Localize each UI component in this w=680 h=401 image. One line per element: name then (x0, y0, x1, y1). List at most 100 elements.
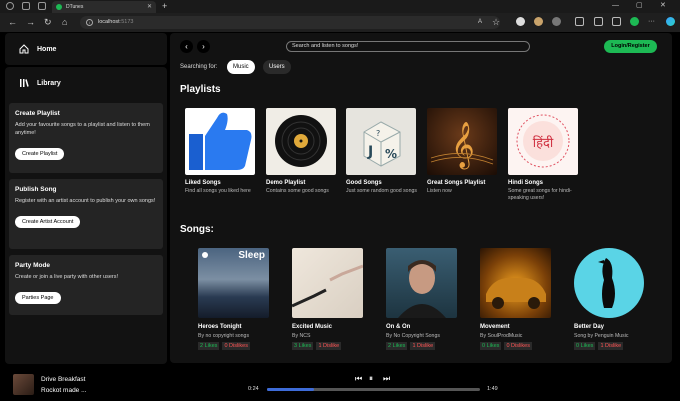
scrollbar[interactable] (674, 33, 679, 363)
browser-tab[interactable]: DTunes ✕ (52, 1, 156, 13)
create-playlist-button[interactable]: Create Playlist (15, 148, 65, 160)
favorites-bar-icon[interactable] (594, 17, 603, 26)
sidebar-item-library[interactable]: Library (19, 78, 61, 88)
extension-icon[interactable] (552, 17, 561, 26)
playlist-card[interactable]: J % ? Good Songs Just some random good s… (346, 108, 418, 195)
card-text: Create or join a live party with other u… (15, 274, 119, 280)
site-info-icon[interactable]: i (86, 19, 93, 26)
card-title: Party Mode (15, 262, 51, 269)
portrait-art (398, 260, 446, 318)
treble-clef-icon: 𝄞 (430, 122, 494, 170)
dislikes-count[interactable]: 1 Dislike (598, 342, 624, 350)
song-card[interactable]: Sleep Heroes Tonight By no copyright son… (198, 248, 269, 350)
read-aloud-icon[interactable]: A (478, 16, 482, 29)
playlist-title: Liked Songs (185, 180, 221, 186)
favicon-icon (56, 4, 62, 10)
song-title: Better Day (574, 324, 605, 330)
close-window-icon[interactable]: ✕ (660, 0, 666, 12)
playlist-card[interactable]: Demo Playlist Contains some good songs (266, 108, 338, 195)
likes-count[interactable]: 2 Likes (386, 342, 408, 350)
filter-users-chip[interactable]: Users (263, 60, 291, 74)
likes-count[interactable]: 2 Likes (198, 342, 220, 350)
song-card[interactable]: Excited Music By NCS 3 Likes 1 Dislike (292, 248, 363, 350)
great-songs-cover: 𝄞 (427, 108, 497, 175)
dislikes-count[interactable]: 0 Dislikes (222, 342, 250, 350)
workspaces-icon[interactable] (22, 2, 30, 10)
tab-strip: DTunes ✕ + — ▢ ✕ (0, 0, 680, 13)
next-icon[interactable]: ⏭ (383, 374, 390, 384)
now-playing-artist: Rockot made ... (41, 387, 87, 394)
login-register-button[interactable]: Login/Register (604, 40, 657, 53)
home-browser-icon[interactable]: ⌂ (62, 16, 67, 29)
home-label: Home (37, 45, 57, 53)
playlist-card[interactable]: 𝄞 Great Songs Playlist Listen now (427, 108, 499, 195)
collections-icon[interactable] (612, 17, 621, 26)
close-tab-icon[interactable]: ✕ (147, 1, 152, 13)
now-playing-cover (13, 374, 34, 395)
song-reactions: 2 Likes 1 Dislike (386, 342, 457, 350)
chevron-left-icon[interactable]: ‹ (180, 40, 193, 53)
playlist-card[interactable]: Liked Songs Find all songs you liked her… (185, 108, 257, 195)
tab-actions-icon[interactable] (38, 2, 46, 10)
forward-icon[interactable]: → (26, 16, 35, 29)
now-playing-title: Drive Breakfast (41, 376, 86, 383)
heroes-tonight-cover: Sleep (198, 248, 269, 318)
song-reactions: 0 Likes 1 Dislike (574, 342, 645, 350)
refresh-icon[interactable]: ↻ (44, 16, 52, 29)
good-songs-cover: J % ? (346, 108, 416, 175)
library-icon (20, 79, 29, 87)
likes-count[interactable]: 0 Likes (574, 342, 596, 350)
split-screen-icon[interactable] (575, 17, 584, 26)
liked-songs-cover (185, 108, 255, 175)
profile-icon[interactable] (6, 2, 14, 10)
playlist-card[interactable]: हिंदी Hindi Songs Some great songs for h… (508, 108, 580, 202)
previous-icon[interactable]: ⏮ (355, 374, 362, 384)
penguin-art (574, 248, 644, 318)
playlist-title: Demo Playlist (266, 180, 306, 186)
copilot-icon[interactable] (666, 17, 675, 26)
reaching-hands-art (292, 264, 363, 308)
parties-page-button[interactable]: Parties Page (15, 292, 61, 304)
pause-icon[interactable]: ⏸ (369, 374, 373, 384)
progress-bar[interactable] (267, 388, 480, 391)
songs-heading: Songs: (180, 224, 214, 235)
new-tab-icon[interactable]: + (162, 0, 167, 12)
song-artist: By NCS (292, 333, 311, 339)
dislikes-count[interactable]: 1 Dislike (410, 342, 436, 350)
playlist-desc: Find all songs you liked here (185, 188, 251, 194)
chevron-right-icon[interactable]: › (197, 40, 210, 53)
song-artist: By SoulProdMusic (480, 333, 523, 339)
minimize-icon[interactable]: — (612, 0, 619, 12)
playlists-heading: Playlists (180, 84, 221, 95)
on-and-on-cover (386, 248, 457, 318)
back-icon[interactable]: ← (8, 16, 17, 29)
maximize-icon[interactable]: ▢ (636, 0, 643, 12)
playlist-title: Great Songs Playlist (427, 180, 486, 186)
song-artist: Song by Penguin Music (574, 333, 629, 339)
search-placeholder: Search and listen to songs! (292, 43, 359, 49)
sleep-cover-text: Sleep (238, 250, 265, 261)
browser-essentials-icon[interactable] (630, 17, 639, 26)
song-artist: By no copyright songs (198, 333, 250, 339)
thumbs-up-icon (189, 112, 252, 170)
home-icon (19, 44, 29, 54)
dislikes-count[interactable]: 1 Dislike (316, 342, 342, 350)
sidebar-item-home[interactable]: Home (19, 44, 56, 54)
search-input[interactable]: Search and listen to songs! (286, 41, 530, 52)
filter-music-chip[interactable]: Music (227, 60, 255, 74)
progress-fill (267, 388, 314, 391)
dislikes-count[interactable]: 0 Dislikes (504, 342, 532, 350)
favorite-icon[interactable]: ☆ (492, 16, 500, 29)
song-card[interactable]: On & On By No Copyright Songs 2 Likes 1 … (386, 248, 457, 350)
song-card[interactable]: Better Day Song by Penguin Music 0 Likes… (574, 248, 645, 350)
settings-more-icon[interactable]: ··· (648, 17, 657, 26)
likes-count[interactable]: 3 Likes (292, 342, 314, 350)
address-bar[interactable]: i localhost:5173 (80, 16, 500, 29)
song-card[interactable]: Movement By SoulProdMusic 0 Likes 0 Disl… (480, 248, 551, 350)
extension-icon[interactable] (516, 17, 525, 26)
create-artist-account-button[interactable]: Create Artist Account (15, 216, 81, 228)
extension-icon[interactable] (534, 17, 543, 26)
likes-count[interactable]: 0 Likes (480, 342, 502, 350)
svg-text:%: % (385, 147, 397, 161)
svg-text:𝄞: 𝄞 (451, 122, 475, 170)
